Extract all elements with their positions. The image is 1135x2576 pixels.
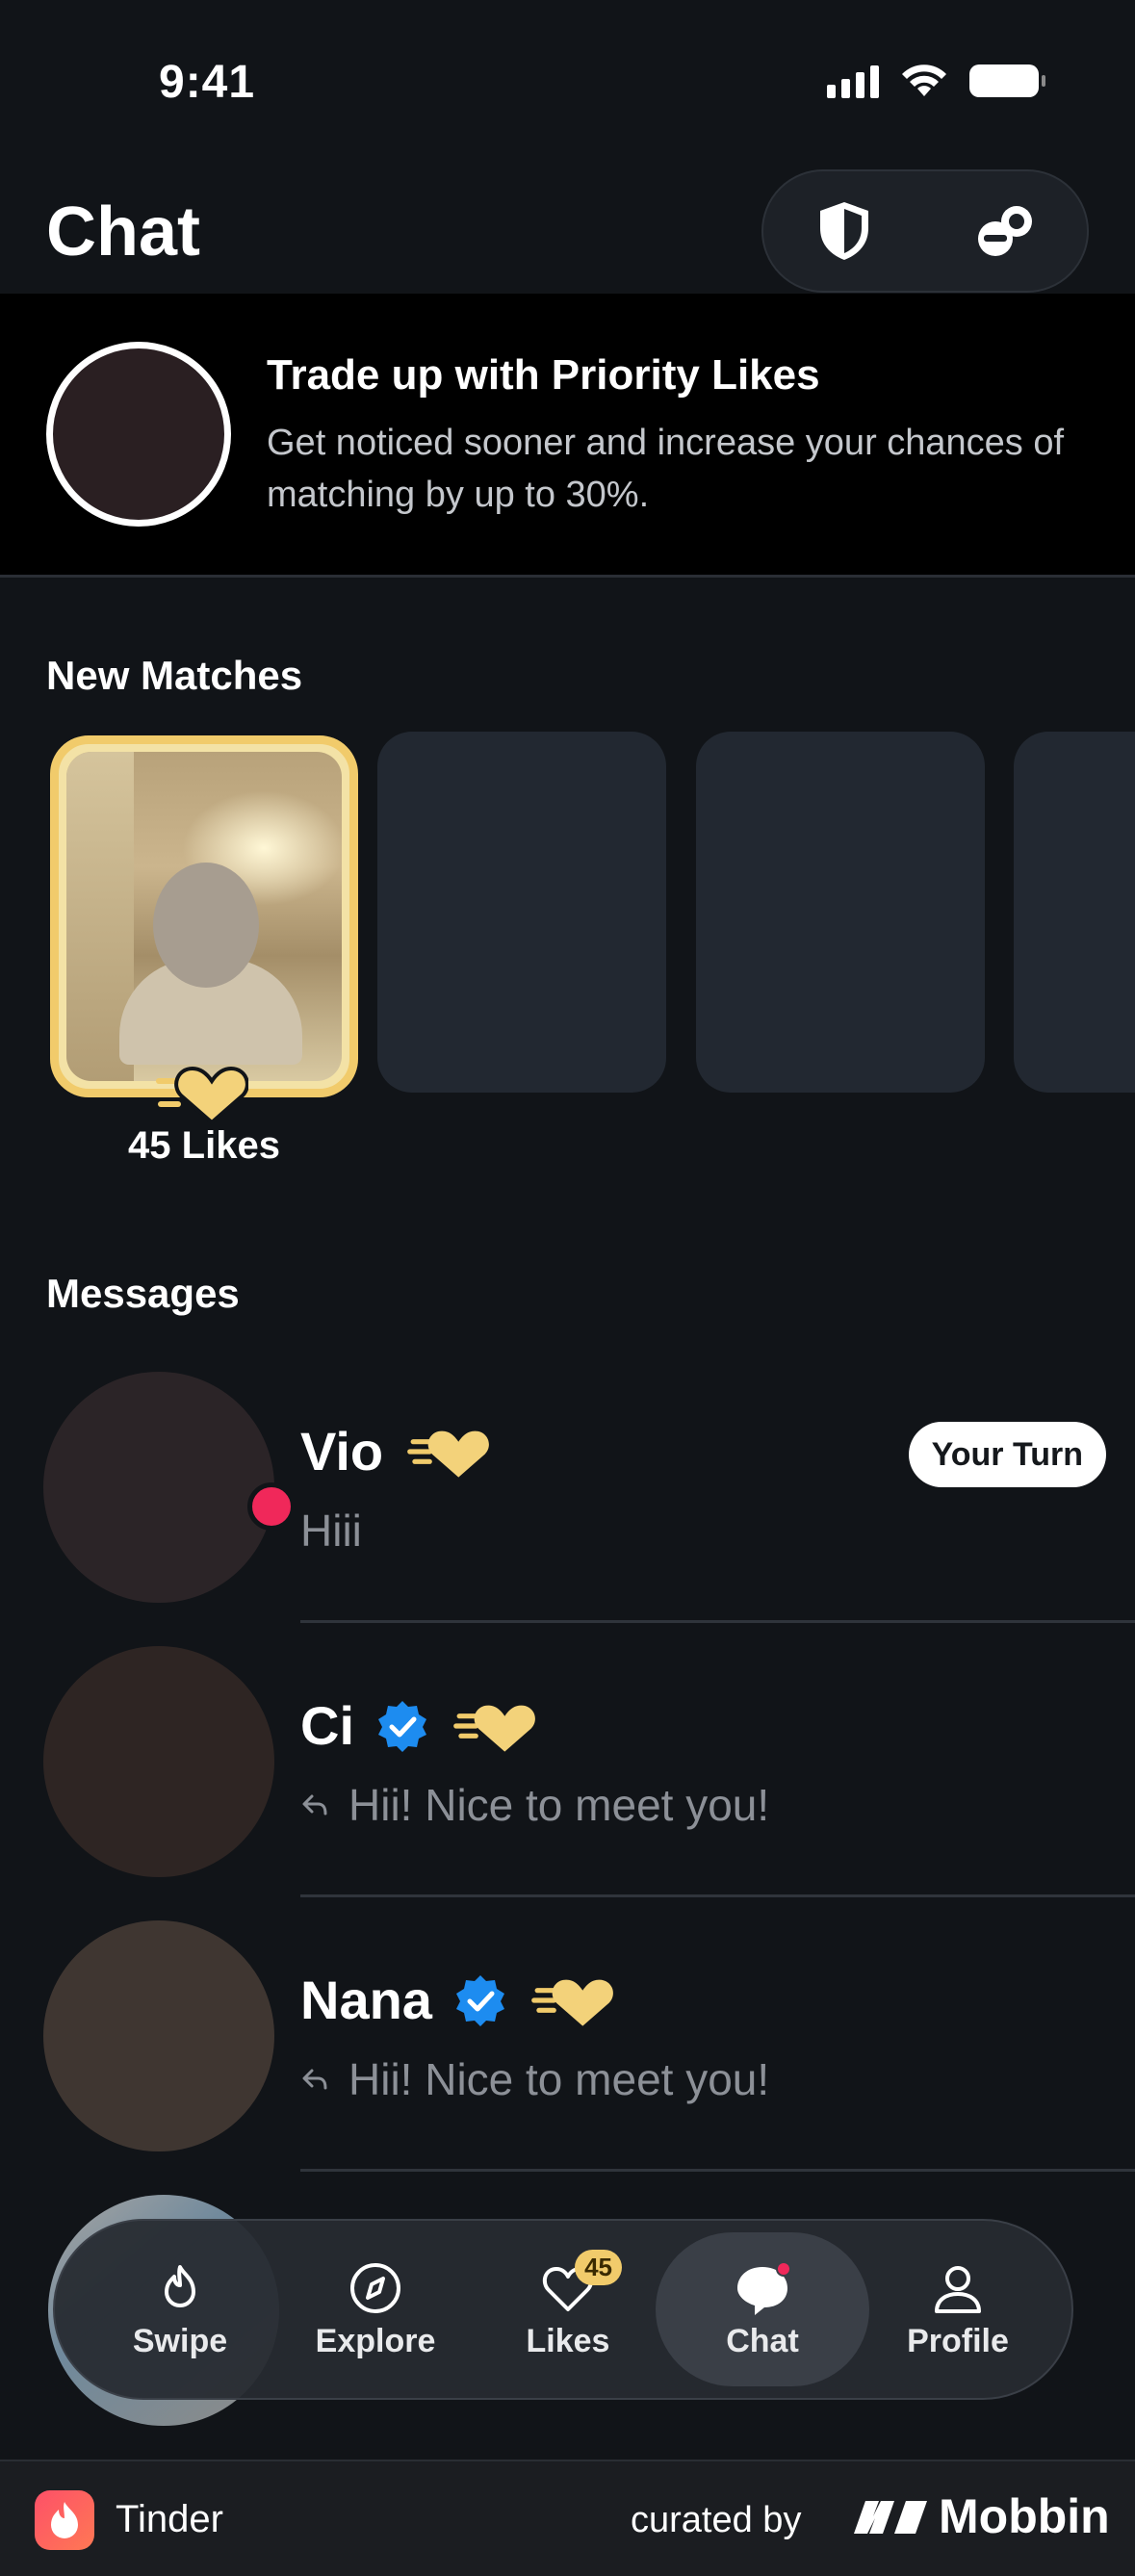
avatar — [43, 1372, 274, 1603]
priority-likes-promo[interactable]: Trade up with Priority Likes Get noticed… — [0, 294, 1135, 578]
message-name: Ci — [300, 1694, 539, 1757]
chat-bubble-icon — [734, 2259, 791, 2317]
chat-screen: 9:41 Chat Trade up with Priority Likes G… — [0, 0, 1135, 2576]
message-row[interactable]: Vio Hiii Your Turn — [0, 1372, 1135, 1646]
gold-heart-icon — [453, 1705, 535, 1752]
avatar — [43, 1920, 274, 2151]
nav-profile[interactable]: Profile — [862, 2232, 1054, 2386]
message-preview: Hiii — [300, 1506, 362, 1556]
tinder-logo-icon — [35, 2490, 94, 2550]
footer: Tinder curated by Mobbin — [0, 2460, 1135, 2576]
header: Chat — [0, 164, 1135, 298]
online-indicator — [247, 1482, 296, 1531]
safety-shield-button[interactable] — [801, 188, 888, 274]
nav-explore[interactable]: Explore — [279, 2232, 472, 2386]
person-icon — [935, 2265, 981, 2313]
nav-likes[interactable]: 45 Likes — [472, 2232, 664, 2386]
compass-icon — [350, 2262, 400, 2313]
status-bar: 9:41 — [0, 0, 1135, 164]
mobbin-logo-icon — [854, 2501, 927, 2534]
your-turn-badge: Your Turn — [908, 1422, 1106, 1487]
gold-heart-icon — [152, 1066, 248, 1125]
verified-badge-icon — [455, 1974, 504, 2026]
gold-heart-icon — [407, 1430, 490, 1478]
gold-heart-icon — [531, 1979, 613, 2026]
divider — [300, 2169, 1135, 2172]
message-preview: Hii! Nice to meet you! — [300, 1779, 769, 1831]
match-placeholder — [696, 732, 985, 1093]
double-date-button[interactable] — [963, 188, 1049, 274]
page-title: Chat — [46, 193, 200, 270]
swipe-icon — [165, 2264, 195, 2307]
message-row[interactable]: Nana Hii! Nice to meet you! — [0, 1920, 1135, 2195]
likes-card-photo — [66, 752, 342, 1081]
shield-icon — [820, 202, 868, 260]
message-name: Vio — [300, 1420, 493, 1482]
match-placeholder — [1014, 732, 1135, 1093]
promo-avatar — [46, 342, 231, 527]
status-icons — [827, 64, 1045, 98]
nav-swipe[interactable]: Swipe — [84, 2232, 276, 2386]
unread-dot — [776, 2260, 791, 2277]
nav-label: Likes — [526, 2322, 610, 2359]
match-placeholder — [377, 732, 666, 1093]
nav-label: Chat — [726, 2322, 799, 2359]
footer-app-name: Tinder — [116, 2498, 223, 2540]
promo-body: Get noticed sooner and increase your cha… — [267, 423, 1065, 515]
battery-icon — [969, 64, 1045, 97]
reply-arrow-icon — [302, 2069, 327, 2090]
likes-card[interactable] — [50, 735, 358, 1097]
messages-title: Messages — [46, 1271, 240, 1316]
header-actions — [761, 169, 1089, 293]
wifi-icon — [902, 64, 946, 96]
cellular-signal-icon — [827, 64, 879, 98]
reply-arrow-icon — [302, 1794, 327, 1816]
double-date-icon — [978, 206, 1032, 256]
heart-icon: 45 — [539, 2249, 622, 2317]
nav-chat[interactable]: Chat — [656, 2232, 869, 2386]
message-name: Nana — [300, 1969, 617, 2031]
nav-label: Swipe — [132, 2322, 228, 2359]
divider — [300, 1894, 1135, 1897]
likes-count-badge: 45 — [575, 2249, 622, 2285]
mobbin-logo: Mobbin — [852, 2488, 1110, 2544]
message-preview: Hii! Nice to meet you! — [300, 2053, 769, 2105]
divider — [300, 1620, 1135, 1623]
likes-count-label: 45 Likes — [128, 1124, 280, 1167]
bottom-nav: Swipe Explore 45 Likes Chat Profile — [53, 2219, 1073, 2400]
new-matches-row: 45 Likes — [0, 732, 1135, 1184]
message-row[interactable]: Ci Hii! Nice to meet you! — [0, 1646, 1135, 1920]
new-matches-title: New Matches — [46, 653, 303, 698]
verified-badge-icon — [378, 1700, 426, 1752]
promo-title: Trade up with Priority Likes — [267, 351, 820, 399]
avatar — [43, 1646, 274, 1877]
status-time: 9:41 — [159, 57, 256, 108]
footer-curated-by: curated by — [631, 2500, 802, 2540]
nav-label: Profile — [907, 2322, 1009, 2359]
nav-label: Explore — [315, 2322, 436, 2359]
